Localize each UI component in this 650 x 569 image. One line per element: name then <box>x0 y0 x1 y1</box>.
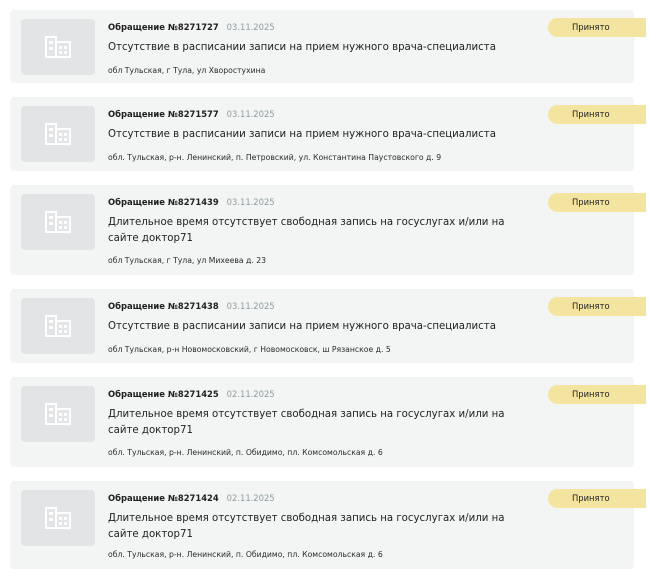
appeal-number: Обращение №8271425 <box>108 389 219 399</box>
appeal-number: Обращение №8271727 <box>108 22 219 32</box>
appeal-address: обл Тульская, г Тула, ул Михеева д. 23 <box>108 256 267 265</box>
appeal-date: 03.11.2025 <box>226 197 275 207</box>
appeal-number: Обращение №8271424 <box>108 493 219 503</box>
status-badge: Принято <box>548 193 646 212</box>
appeal-date: 02.11.2025 <box>226 493 275 503</box>
building-icon <box>45 123 71 145</box>
appeal-topic[interactable]: Длительное время отсутствует свободная з… <box>108 215 538 247</box>
appeal-thumbnail <box>21 106 95 162</box>
appeal-meta: Обращение №8271439 03.11.2025 <box>108 197 275 207</box>
appeal-topic[interactable]: Длительное время отсутствует свободная з… <box>108 407 538 439</box>
building-icon <box>45 211 71 233</box>
appeal-address: обл. Тульская, р-н. Ленинский, п. Обидим… <box>108 448 383 457</box>
building-icon <box>45 403 71 425</box>
appeal-date: 03.11.2025 <box>226 22 275 32</box>
appeal-date: 03.11.2025 <box>226 109 275 119</box>
status-badge: Принято <box>548 489 646 508</box>
appeal-thumbnail <box>21 19 95 75</box>
appeal-date: 03.11.2025 <box>226 301 275 311</box>
appeal-thumbnail <box>21 194 95 250</box>
building-icon <box>45 36 71 58</box>
status-badge: Принято <box>548 105 646 124</box>
appeal-number: Обращение №8271438 <box>108 301 219 311</box>
appeal-thumbnail <box>21 490 95 546</box>
appeal-number: Обращение №8271439 <box>108 197 219 207</box>
appeal-card[interactable]: Обращение №8271424 02.11.2025 Длительное … <box>10 481 646 569</box>
status-badge: Принято <box>548 297 646 316</box>
appeal-meta: Обращение №8271425 02.11.2025 <box>108 389 275 399</box>
appeal-topic[interactable]: Отсутствие в расписании записи на прием … <box>108 319 538 335</box>
appeal-meta: Обращение №8271727 03.11.2025 <box>108 22 275 32</box>
building-icon <box>45 507 71 529</box>
appeal-card[interactable]: Обращение №8271425 02.11.2025 Длительное … <box>10 377 646 467</box>
appeal-thumbnail <box>21 386 95 442</box>
appeal-meta: Обращение №8271424 02.11.2025 <box>108 493 275 503</box>
appeal-date: 02.11.2025 <box>226 389 275 399</box>
building-icon <box>45 315 71 337</box>
appeal-meta: Обращение №8271577 03.11.2025 <box>108 109 275 119</box>
appeal-address: обл. Тульская, р-н. Ленинский, п. Петров… <box>108 153 442 162</box>
appeal-address: обл Тульская, г Тула, ул Хворостухина <box>108 66 266 75</box>
appeal-card[interactable]: Обращение №8271577 03.11.2025 Отсутствие … <box>10 97 646 171</box>
appeal-card[interactable]: Обращение №8271439 03.11.2025 Длительное … <box>10 185 646 275</box>
status-badge: Принято <box>548 18 646 37</box>
appeal-card[interactable]: Обращение №8271727 03.11.2025 Отсутствие … <box>10 10 646 83</box>
appeal-topic[interactable]: Отсутствие в расписании записи на прием … <box>108 127 538 143</box>
appeal-address: обл Тульская, р-н Новомосковский, г Ново… <box>108 345 391 354</box>
appeal-number: Обращение №8271577 <box>108 109 219 119</box>
appeal-meta: Обращение №8271438 03.11.2025 <box>108 301 275 311</box>
appeal-card[interactable]: Обращение №8271438 03.11.2025 Отсутствие … <box>10 289 646 363</box>
status-badge: Принято <box>548 385 646 404</box>
appeal-address: обл. Тульская, р-н. Ленинский, п. Обидим… <box>108 550 383 559</box>
appeal-topic[interactable]: Длительное время отсутствует свободная з… <box>108 511 538 543</box>
appeal-topic[interactable]: Отсутствие в расписании записи на прием … <box>108 40 538 56</box>
appeal-thumbnail <box>21 298 95 354</box>
